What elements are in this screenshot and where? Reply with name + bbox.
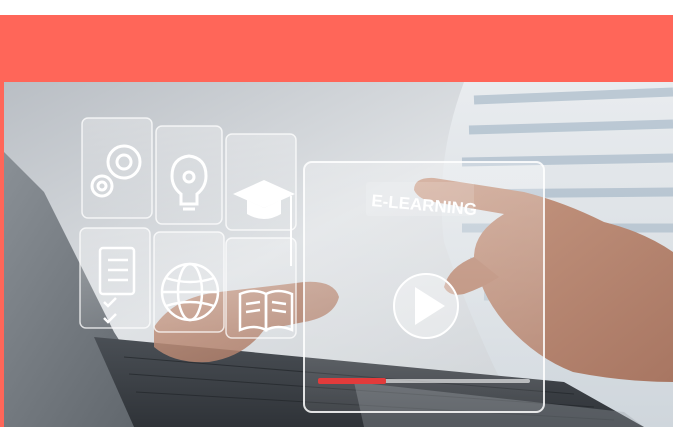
play-icon [393, 273, 459, 339]
hero-image: E-LEARNING [4, 82, 673, 427]
top-white-strip [0, 0, 673, 15]
